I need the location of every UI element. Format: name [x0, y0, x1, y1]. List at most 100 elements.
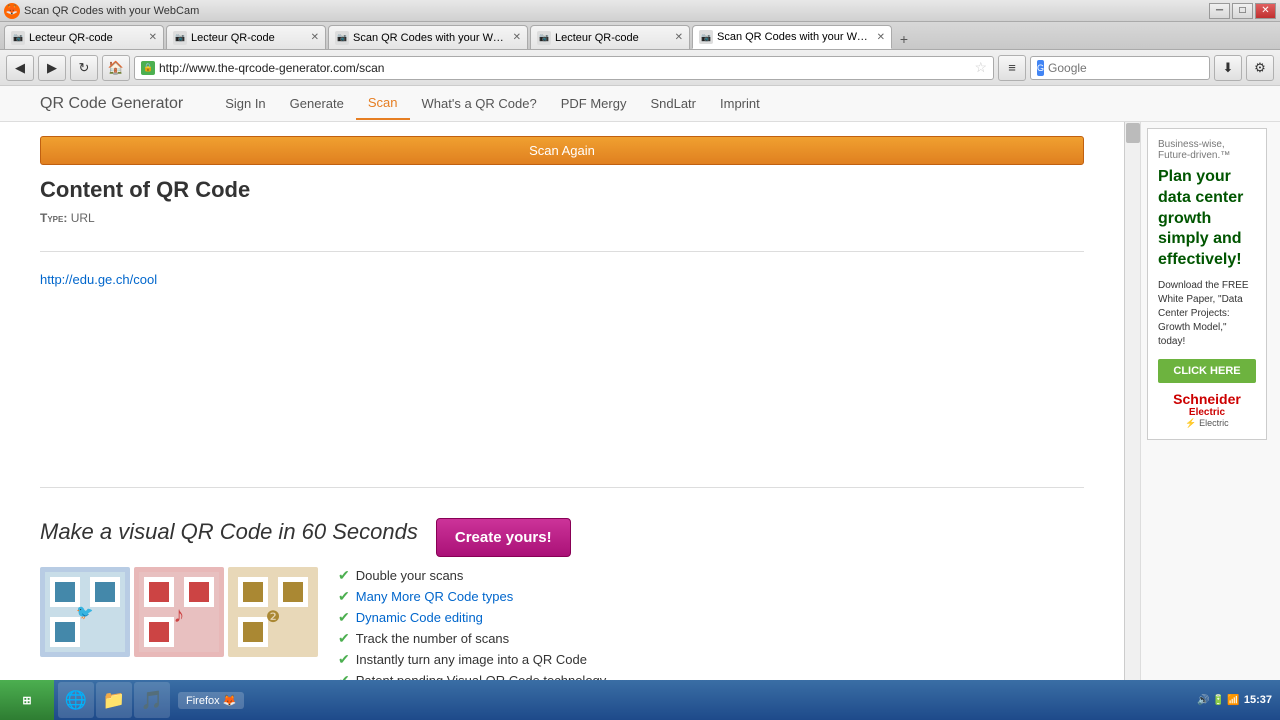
tab-favicon-2: 📷 [173, 31, 187, 45]
clock-time: 15:37 [1244, 694, 1272, 706]
tab-label-4: Lecteur QR-code [555, 32, 671, 44]
maximize-button[interactable]: □ [1232, 3, 1253, 19]
ad-electric-text: ⚡ Electric [1158, 418, 1256, 429]
tab-close-4[interactable]: ✕ [675, 32, 683, 43]
ad-logo-main: Schneider [1158, 391, 1256, 407]
top-divider [40, 251, 1084, 252]
search-bar[interactable]: G [1030, 56, 1210, 80]
benefit-5: ✔ Instantly turn any image into a QR Cod… [338, 651, 606, 668]
taskbar-folder-icon[interactable]: 📁 [96, 682, 132, 718]
nav-generate[interactable]: Generate [278, 88, 356, 119]
content-title: Content of QR Code [40, 177, 1084, 203]
taskbar-ie-icon[interactable]: 🌐 [58, 682, 94, 718]
qr-sample-1: 🐦 [40, 567, 130, 657]
tab-favicon-1: 📷 [11, 31, 25, 45]
tab-3[interactable]: 📷 Scan QR Codes with your WebCam ✕ [328, 25, 528, 49]
bookmark-star-icon[interactable]: ☆ [974, 59, 987, 76]
benefit-text-5: Instantly turn any image into a QR Code [356, 652, 587, 667]
tab-close-1[interactable]: ✕ [149, 32, 157, 43]
address-favicon: 🔒 [141, 61, 155, 75]
tab-4[interactable]: 📷 Lecteur QR-code ✕ [530, 25, 690, 49]
back-button[interactable]: ◀ [6, 55, 34, 81]
start-label: ⊞ [22, 694, 31, 707]
taskbar: ⊞ 🌐 📁 🎵 Firefox 🦊 🔊 🔋 📶 15:37 [0, 680, 1280, 720]
navigation-bar: ◀ ▶ ↻ 🏠 🔒 ☆ ≡ G ⬇ ⚙ [0, 50, 1280, 86]
qr-samples: 🐦 ♪ [40, 567, 318, 657]
scrollbar[interactable] [1124, 122, 1140, 720]
more-tools-button[interactable]: ⚙ [1246, 55, 1274, 81]
check-icon-4: ✔ [338, 630, 350, 647]
nav-whatsqr[interactable]: What's a QR Code? [410, 88, 549, 119]
taskbar-firefox[interactable]: Firefox 🦊 [178, 692, 244, 709]
ad-box: Business-wise, Future-driven.™ Plan your… [1147, 128, 1267, 440]
benefit-link-3[interactable]: Dynamic Code editing [356, 610, 483, 625]
create-yours-button[interactable]: Create yours! [436, 518, 571, 557]
nav-pdfmergy[interactable]: PDF Mergy [549, 88, 639, 119]
home-button[interactable]: 🏠 [102, 55, 130, 81]
new-tab-button[interactable]: + [894, 29, 914, 49]
tab-favicon-3: 📷 [335, 31, 349, 45]
scan-again-button[interactable]: Scan Again [40, 136, 1084, 165]
nav-sndlatr[interactable]: SndLatr [638, 88, 708, 119]
tab-1[interactable]: 📷 Lecteur QR-code ✕ [4, 25, 164, 49]
browser-tools-button[interactable]: ≡ [998, 55, 1026, 81]
address-bar[interactable]: 🔒 ☆ [134, 56, 994, 80]
taskbar-sys-icons: 🔊 🔋 📶 [1197, 695, 1240, 706]
type-label: Type: [40, 211, 67, 225]
refresh-button[interactable]: ↻ [70, 55, 98, 81]
benefit-2: ✔ Many More QR Code types [338, 588, 606, 605]
tab-favicon-5: 📷 [699, 30, 713, 44]
qr-url-link[interactable]: http://edu.ge.ch/cool [40, 272, 1084, 287]
qr-sample-2: ♪ [134, 567, 224, 657]
nav-signin[interactable]: Sign In [213, 88, 277, 119]
search-input[interactable] [1048, 61, 1203, 75]
download-button[interactable]: ⬇ [1214, 55, 1242, 81]
firefox-brand: Scan QR Codes with your WebCam [24, 5, 199, 17]
benefit-4: ✔ Track the number of scans [338, 630, 606, 647]
minimize-button[interactable]: ─ [1209, 3, 1230, 19]
nav-scan[interactable]: Scan [356, 87, 410, 120]
forward-button[interactable]: ▶ [38, 55, 66, 81]
benefit-text-1: Double your scans [356, 568, 464, 583]
svg-text:♪: ♪ [174, 602, 185, 627]
close-button[interactable]: ✕ [1255, 3, 1276, 19]
tab-label-2: Lecteur QR-code [191, 32, 307, 44]
tab-favicon-4: 📷 [537, 31, 551, 45]
ad-panel: Business-wise, Future-driven.™ Plan your… [1140, 122, 1280, 720]
ad-logo-sub: Electric [1158, 407, 1256, 418]
site-navigation: QR Code Generator Sign In Generate Scan … [0, 86, 1280, 122]
benefit-link-2[interactable]: Many More QR Code types [356, 589, 514, 604]
benefit-text-4: Track the number of scans [356, 631, 509, 646]
type-value: URL [71, 211, 95, 225]
tab-5[interactable]: 📷 Scan QR Codes with your WebCam ✕ [692, 25, 892, 49]
address-input[interactable] [159, 61, 970, 75]
tab-close-3[interactable]: ✕ [513, 32, 521, 43]
ad-headline: Plan your data center growth simply and … [1158, 167, 1256, 271]
svg-text:❷: ❷ [266, 609, 280, 626]
ad-tagline: Business-wise, Future-driven.™ [1158, 139, 1256, 161]
ad-footer: Schneider Electric ⚡ Electric [1158, 391, 1256, 429]
svg-text:🐦: 🐦 [76, 604, 93, 620]
tab-label-1: Lecteur QR-code [29, 32, 145, 44]
ad-cta-button[interactable]: CLICK HERE [1158, 359, 1256, 383]
taskbar-media-icon[interactable]: 🎵 [134, 682, 170, 718]
benefit-3: ✔ Dynamic Code editing [338, 609, 606, 626]
check-icon-1: ✔ [338, 567, 350, 584]
start-button[interactable]: ⊞ [0, 680, 54, 720]
benefit-1: ✔ Double your scans [338, 567, 606, 584]
site-brand: QR Code Generator [40, 95, 183, 113]
tab-label-5: Scan QR Codes with your WebCam [717, 31, 873, 43]
bottom-divider [40, 487, 1084, 488]
check-icon-5: ✔ [338, 651, 350, 668]
tab-close-5[interactable]: ✕ [877, 32, 885, 43]
visual-heading: Make a visual QR Code in 60 Seconds [40, 519, 418, 545]
nav-imprint[interactable]: Imprint [708, 88, 772, 119]
tab-label-3: Scan QR Codes with your WebCam [353, 32, 509, 44]
google-search-icon: G [1037, 60, 1044, 76]
taskbar-icons: 🌐 📁 🎵 [54, 682, 174, 718]
ad-body: Download the FREE White Paper, "Data Cen… [1158, 279, 1256, 349]
tab-2[interactable]: 📷 Lecteur QR-code ✕ [166, 25, 326, 49]
type-row: Type: URL [40, 211, 1084, 225]
tab-close-2[interactable]: ✕ [311, 32, 319, 43]
firefox-logo: 🦊 [4, 3, 20, 19]
